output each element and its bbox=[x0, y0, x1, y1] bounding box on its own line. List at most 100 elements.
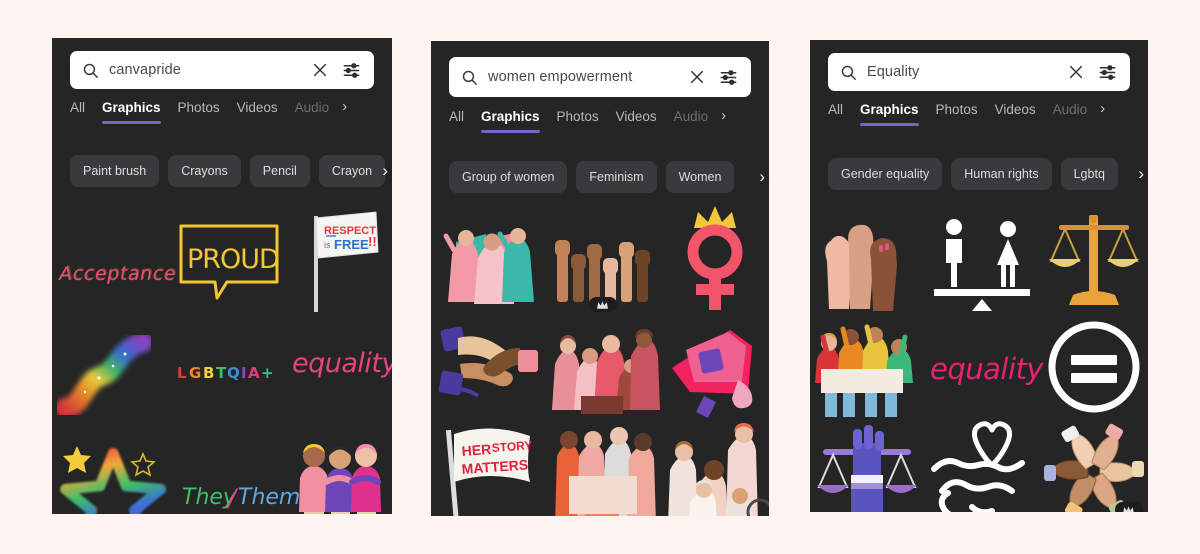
tab-videos[interactable]: Videos bbox=[616, 109, 657, 133]
chips-next-chevron-right-icon[interactable]: › bbox=[759, 168, 765, 185]
search-icon bbox=[841, 65, 856, 80]
svg-text:is: is bbox=[324, 240, 331, 250]
result-they-them-lettering[interactable]: They / Them bbox=[178, 426, 300, 514]
suggestion-chips[interactable]: Gender equality Human rights Lgbtq › bbox=[828, 158, 1148, 190]
result-raised-fists-unity[interactable] bbox=[811, 207, 923, 311]
result-purple-fist-scales[interactable] bbox=[811, 421, 923, 512]
result-diverse-women-group[interactable] bbox=[662, 420, 769, 516]
chip-group-of-women[interactable]: Group of women bbox=[449, 161, 568, 193]
result-hands-stacked[interactable] bbox=[432, 320, 544, 420]
category-tabs[interactable]: All Graphics Photos Videos Audio › bbox=[449, 108, 769, 133]
search-bar[interactable]: Equality bbox=[828, 53, 1130, 91]
category-tabs[interactable]: All Graphics Photos Videos Audio › bbox=[828, 101, 1148, 126]
chip-pencil[interactable]: Pencil bbox=[249, 155, 310, 187]
result-women-with-flags[interactable] bbox=[432, 210, 544, 314]
category-tabs[interactable]: All Graphics Photos Videos Audio › bbox=[70, 99, 392, 124]
svg-text:STORY: STORY bbox=[492, 438, 534, 455]
tab-graphics[interactable]: Graphics bbox=[481, 109, 540, 133]
svg-text:Acceptance: Acceptance bbox=[58, 262, 177, 284]
result-proud-speech-bubble[interactable]: PROUD bbox=[170, 212, 288, 316]
filter-sliders-icon[interactable] bbox=[1098, 63, 1117, 82]
results-grid: HER STORY MATTERS bbox=[431, 204, 769, 516]
close-icon[interactable] bbox=[312, 62, 328, 78]
tab-all[interactable]: All bbox=[70, 100, 85, 124]
suggestion-chips[interactable]: Group of women Feminism Women › bbox=[449, 161, 769, 193]
tab-photos[interactable]: Photos bbox=[557, 109, 599, 133]
chip-crayon[interactable]: Crayon bbox=[318, 155, 386, 187]
tabs-next-chevron-right-icon[interactable]: › bbox=[721, 108, 726, 123]
result-respect-is-free-flag[interactable]: RESPECT is FREE !! bbox=[288, 208, 392, 316]
close-icon[interactable] bbox=[689, 69, 705, 85]
result-pink-megaphone[interactable] bbox=[662, 320, 768, 420]
crown-icon bbox=[597, 300, 609, 309]
result-protesters-with-banner[interactable] bbox=[811, 317, 923, 421]
tabs-next-chevron-right-icon[interactable]: › bbox=[342, 99, 347, 114]
result-rainbow-star[interactable] bbox=[52, 426, 178, 514]
tab-audio[interactable]: Audio bbox=[1053, 102, 1088, 126]
svg-text:I: I bbox=[241, 364, 248, 382]
svg-text:HER: HER bbox=[461, 441, 492, 459]
result-group-of-women-pink[interactable] bbox=[547, 320, 660, 420]
svg-text:equality: equality bbox=[930, 352, 1044, 386]
svg-text:+: + bbox=[261, 364, 275, 382]
search-input[interactable]: Equality bbox=[867, 64, 1068, 80]
result-equality-script-lettering[interactable]: equality bbox=[288, 322, 392, 422]
result-equals-sign-circle[interactable] bbox=[1041, 317, 1147, 421]
filter-sliders-icon[interactable] bbox=[719, 68, 738, 87]
chip-paint-brush[interactable]: Paint brush bbox=[70, 155, 160, 187]
svg-text:T: T bbox=[216, 364, 227, 382]
suggestion-chips[interactable]: Paint brush Crayons Pencil Crayon › bbox=[70, 155, 392, 187]
tab-audio[interactable]: Audio bbox=[295, 100, 330, 124]
result-lgbtqia-plus-lettering[interactable]: L G B T Q I A + bbox=[170, 322, 288, 422]
result-herstory-matters-flag[interactable]: HER STORY MATTERS bbox=[432, 420, 544, 516]
tab-graphics[interactable]: Graphics bbox=[860, 102, 919, 126]
search-panel-canvapride: canvapride All Graphics Photos Videos Au… bbox=[52, 38, 392, 514]
tab-videos[interactable]: Videos bbox=[237, 100, 278, 124]
filter-sliders-icon[interactable] bbox=[342, 61, 361, 80]
result-circle-of-hands[interactable] bbox=[1041, 421, 1147, 512]
result-gender-balance-seesaw[interactable] bbox=[926, 207, 1038, 311]
svg-text:A: A bbox=[248, 364, 261, 382]
close-icon[interactable] bbox=[1068, 64, 1084, 80]
result-raised-fists-row[interactable] bbox=[547, 210, 659, 314]
tab-all[interactable]: All bbox=[828, 102, 843, 126]
result-gold-justice-scales[interactable] bbox=[1041, 207, 1147, 311]
results-grid: Acceptance Acceptance PROUD RESPECT is F… bbox=[52, 198, 392, 514]
screenshot-stage: canvapride All Graphics Photos Videos Au… bbox=[0, 0, 1200, 554]
chip-feminism[interactable]: Feminism bbox=[576, 161, 657, 193]
svg-text:equality: equality bbox=[292, 348, 392, 379]
chip-gender-equality[interactable]: Gender equality bbox=[828, 158, 943, 190]
search-input[interactable]: women empowerment bbox=[488, 69, 689, 85]
chips-next-chevron-right-icon[interactable]: › bbox=[382, 162, 388, 179]
tabs-next-chevron-right-icon[interactable]: › bbox=[1100, 101, 1105, 116]
tab-photos[interactable]: Photos bbox=[178, 100, 220, 124]
pro-badge bbox=[1114, 502, 1143, 512]
tab-photos[interactable]: Photos bbox=[936, 102, 978, 126]
chip-crayons[interactable]: Crayons bbox=[168, 155, 241, 187]
tab-graphics[interactable]: Graphics bbox=[102, 100, 161, 124]
result-handshake-heart-outline[interactable] bbox=[926, 421, 1038, 512]
crown-icon bbox=[1123, 505, 1134, 512]
chip-human-rights[interactable]: Human rights bbox=[951, 158, 1052, 190]
result-rainbow-brush-stroke[interactable] bbox=[52, 322, 170, 422]
search-bar[interactable]: women empowerment bbox=[449, 57, 751, 97]
svg-text:B: B bbox=[203, 364, 215, 382]
result-equality-script-lettering[interactable]: equality bbox=[926, 317, 1045, 421]
result-venus-symbol-crown[interactable] bbox=[662, 206, 768, 314]
tab-all[interactable]: All bbox=[449, 109, 464, 133]
result-women-holding-banner[interactable] bbox=[547, 420, 659, 516]
tab-audio[interactable]: Audio bbox=[674, 109, 709, 133]
search-icon bbox=[462, 70, 477, 85]
tab-videos[interactable]: Videos bbox=[995, 102, 1036, 126]
svg-text:G: G bbox=[189, 364, 202, 382]
search-panel-equality: Equality All Graphics Photos Videos Audi… bbox=[810, 40, 1148, 512]
search-input[interactable]: canvapride bbox=[109, 62, 312, 78]
chip-women[interactable]: Women bbox=[665, 161, 735, 193]
search-bar[interactable]: canvapride bbox=[70, 51, 374, 89]
result-acceptance-lettering[interactable]: Acceptance Acceptance bbox=[52, 212, 177, 316]
chips-next-chevron-right-icon[interactable]: › bbox=[1138, 165, 1144, 182]
result-three-friends-illustration[interactable] bbox=[288, 426, 392, 514]
chip-lgbtq[interactable]: Lgbtq bbox=[1060, 158, 1118, 190]
search-icon bbox=[83, 63, 98, 78]
results-grid: equality bbox=[810, 201, 1148, 512]
